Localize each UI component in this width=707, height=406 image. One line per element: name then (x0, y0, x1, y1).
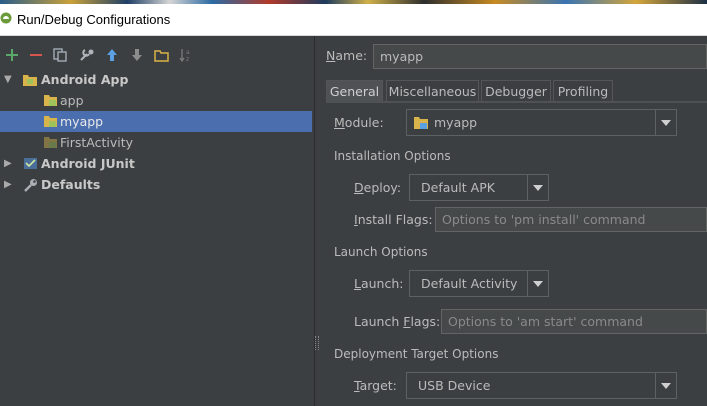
tree-label: myapp (60, 114, 104, 129)
android-studio-icon (0, 12, 12, 24)
tree-item-android-app[interactable]: ▼ Android App (0, 69, 314, 90)
tree-item-app[interactable]: app (0, 90, 314, 111)
move-down-icon[interactable] (129, 46, 145, 64)
chevron-down-icon[interactable] (655, 110, 676, 135)
remove-icon[interactable] (28, 46, 44, 64)
add-icon[interactable] (4, 46, 20, 64)
chevron-down-icon[interactable] (655, 373, 676, 398)
svg-text:z: z (186, 56, 189, 62)
edit-defaults-icon[interactable] (79, 46, 95, 64)
deploy-select[interactable]: Default APK (409, 174, 549, 201)
tree-item-android-junit[interactable]: ▶ Android JUnit (0, 153, 314, 174)
launch-options-heading: Launch Options (334, 245, 428, 259)
launch-flags-input[interactable]: Options to 'am start' command (441, 309, 707, 334)
deploy-label: Deploy: (354, 180, 402, 195)
chevron-down-icon[interactable] (527, 175, 548, 200)
tab-profiling[interactable]: Profiling (553, 80, 613, 102)
module-select[interactable]: myapp (406, 109, 677, 136)
tree-item-defaults[interactable]: ▶ Defaults (0, 174, 314, 195)
collapse-arrow-icon[interactable]: ▶ (4, 179, 14, 190)
target-value: USB Device (418, 378, 491, 393)
deploy-value: Default APK (421, 180, 495, 195)
tab-miscellaneous[interactable]: Miscellaneous (386, 80, 479, 102)
installation-options-heading: Installation Options (334, 149, 451, 163)
tree-label: Defaults (41, 177, 101, 192)
collapse-arrow-icon[interactable]: ▶ (4, 158, 14, 169)
android-config-icon (44, 116, 57, 127)
tree-label: Android App (41, 72, 129, 87)
tree-item-myapp[interactable]: myapp (0, 111, 312, 132)
copy-icon[interactable] (52, 46, 68, 64)
tree-label: app (60, 93, 84, 108)
name-label: Name: (326, 48, 368, 63)
target-select[interactable]: USB Device (406, 372, 677, 399)
wrench-icon (24, 178, 37, 192)
expand-arrow-icon[interactable]: ▼ (4, 74, 14, 85)
install-flags-label: Install Flags: (354, 212, 433, 227)
chevron-down-icon[interactable] (527, 271, 548, 296)
window-title: Run/Debug Configurations (17, 12, 171, 27)
tree-label: FirstActivity (60, 135, 134, 150)
tab-debugger[interactable]: Debugger (481, 80, 551, 102)
svg-text:a: a (186, 49, 190, 56)
tree-label: Android JUnit (41, 156, 135, 171)
move-up-icon[interactable] (104, 46, 120, 64)
module-folder-icon (414, 116, 428, 129)
install-flags-input[interactable]: Options to 'pm install' command (435, 207, 707, 232)
android-config-icon (44, 95, 57, 106)
android-config-icon (44, 137, 57, 148)
launch-flags-label: Launch Flags: (354, 314, 441, 329)
title-bar: Run/Debug Configurations (0, 4, 707, 36)
launch-value: Default Activity (421, 276, 518, 291)
tab-general[interactable]: General (326, 80, 383, 102)
deployment-target-heading: Deployment Target Options (334, 347, 499, 361)
target-label: Target: (354, 378, 397, 393)
tree-item-firstactivity[interactable]: FirstActivity (0, 132, 314, 153)
tab-underline (326, 101, 707, 103)
launch-select[interactable]: Default Activity (409, 270, 549, 297)
junit-icon (24, 158, 37, 169)
folder-icon[interactable] (153, 46, 169, 64)
launch-label: Launch: (354, 276, 404, 291)
module-label: Module: (334, 115, 384, 130)
name-input[interactable]: myapp (373, 44, 707, 69)
module-value: myapp (434, 115, 478, 130)
sort-icon[interactable]: az (178, 46, 194, 64)
android-app-icon (23, 74, 37, 86)
